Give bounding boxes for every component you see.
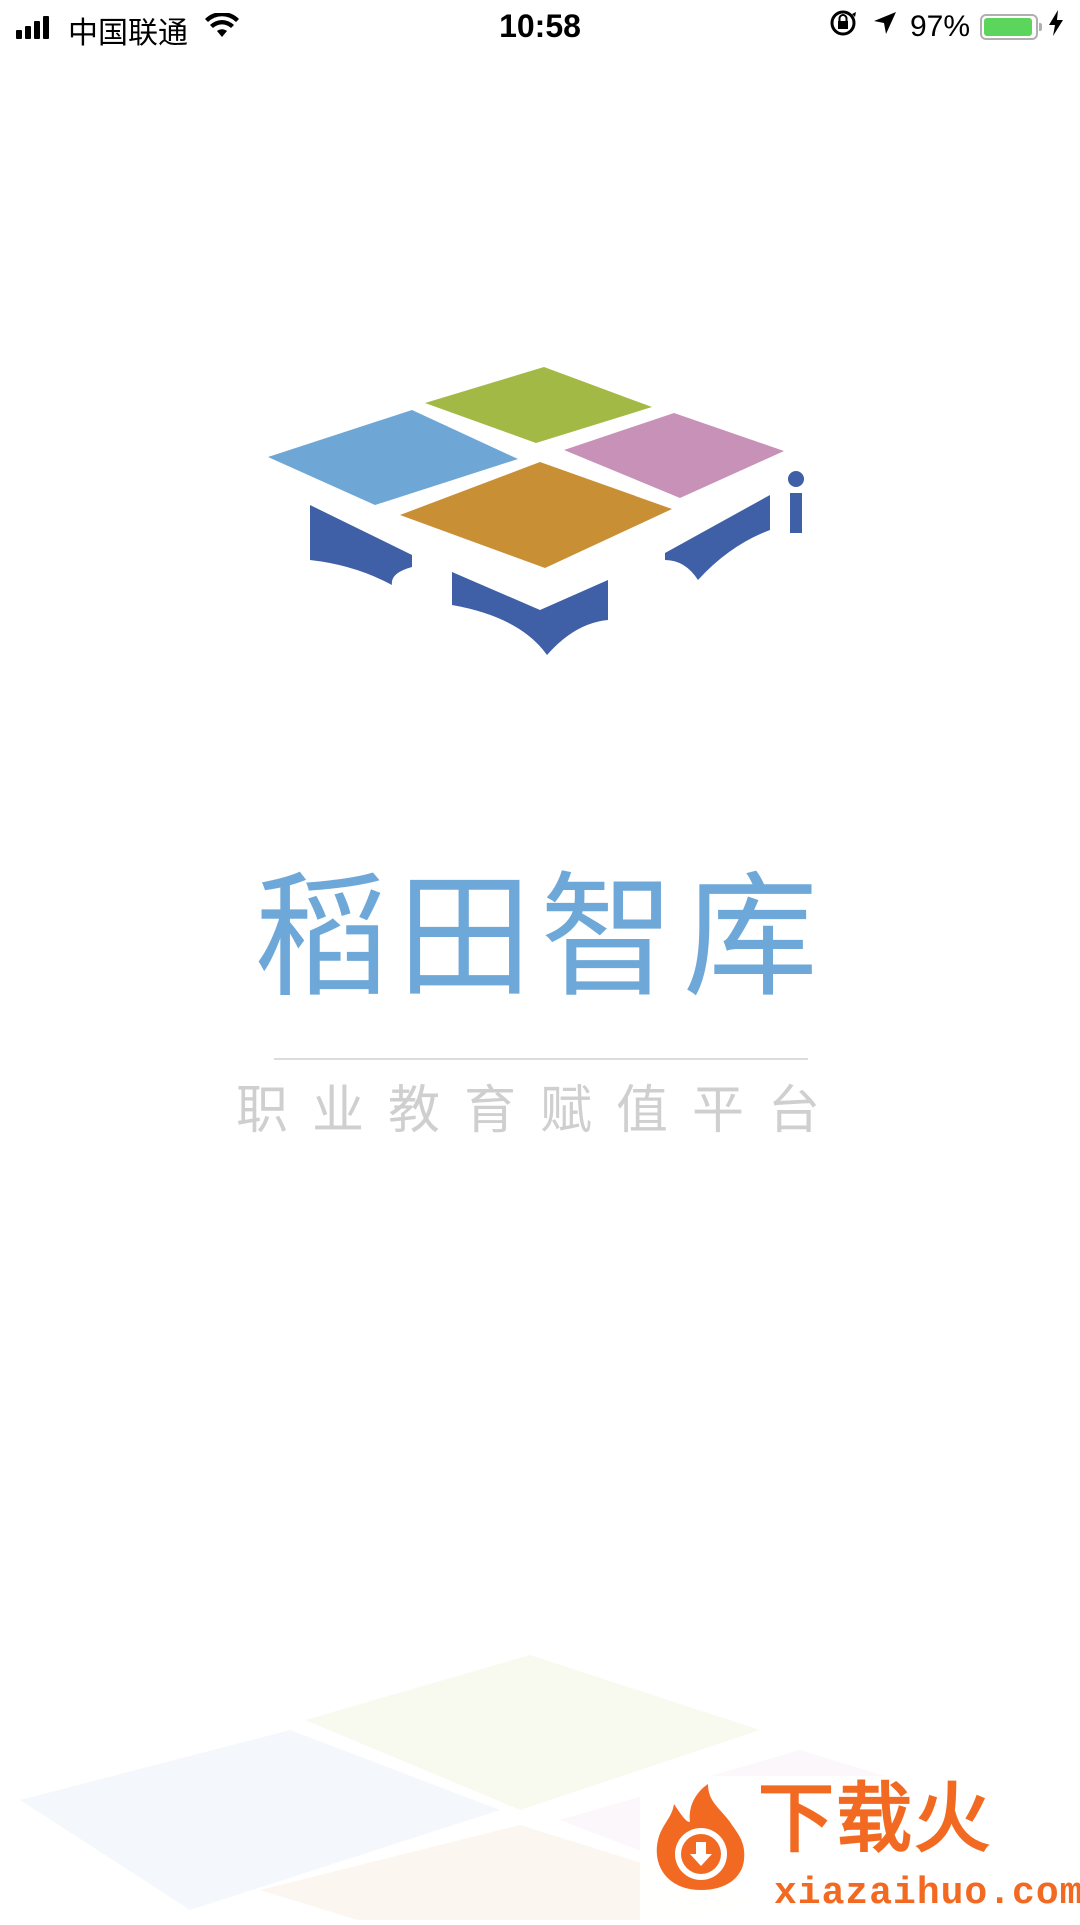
brand-slogan: 职业教育赋值平台: [235, 1082, 844, 1140]
battery-icon: [980, 14, 1042, 40]
brand-divider: [274, 1058, 808, 1060]
watermark: 下载火 xiazaihuo.com: [640, 1776, 1080, 1920]
watermark-url: xiazaihuo.com: [774, 1872, 1080, 1915]
logo-base-left: [310, 505, 412, 585]
status-bar-right: 97%: [828, 8, 1064, 46]
charging-bolt-icon: [1048, 10, 1064, 44]
app-logo: [260, 355, 820, 655]
location-arrow-icon: [872, 10, 898, 44]
logo-base-right: [665, 495, 770, 580]
flame-download-icon: [646, 1782, 756, 1892]
orientation-lock-icon: [828, 8, 858, 46]
brand-title: 稻田智库: [254, 862, 826, 1013]
logo-tile-green: [425, 367, 652, 443]
watermark-brand: 下载火: [758, 1777, 992, 1862]
logo-base-center: [452, 572, 608, 655]
status-bar: 中国联通 10:58 97%: [0, 0, 1080, 54]
logo-i-dot: [788, 471, 804, 487]
logo-i-stem: [790, 493, 802, 533]
battery-percent: 97%: [909, 10, 970, 43]
battery-fill: [984, 18, 1033, 36]
